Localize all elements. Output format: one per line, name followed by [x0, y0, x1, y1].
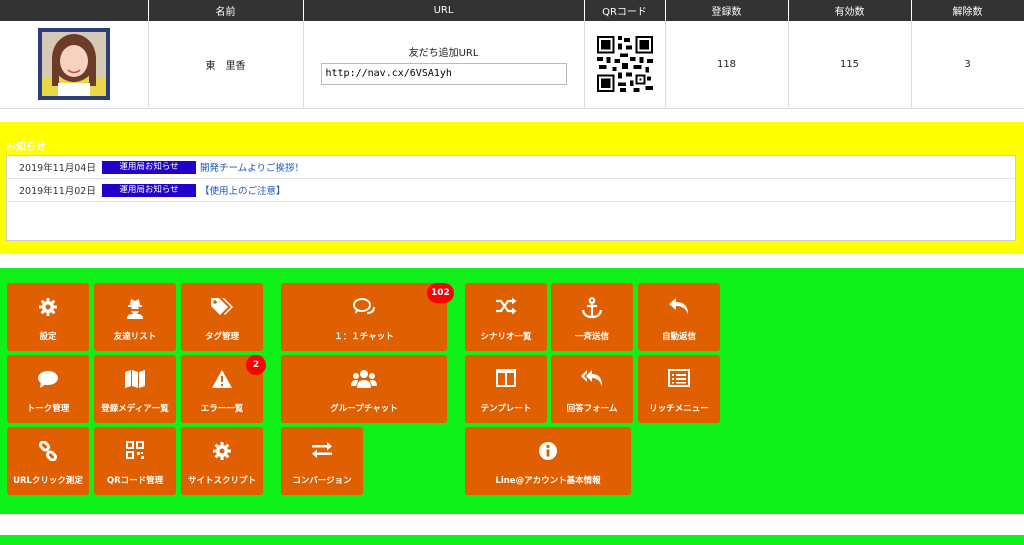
- conversion-button[interactable]: コンバージョン: [281, 427, 363, 495]
- settings-button[interactable]: 設定: [7, 283, 89, 351]
- one-to-one-chat-button[interactable]: １：１チャット: [281, 283, 447, 351]
- notice-link[interactable]: 【使用上のご注意】: [200, 183, 286, 197]
- rich-menu-label: リッチメニュー: [649, 404, 709, 414]
- table-header-row: 名前 URL QRコード 登録数 有効数 解除数: [0, 0, 1024, 21]
- gear-icon: [7, 297, 89, 319]
- header-qr: QRコード: [584, 0, 666, 21]
- anchor-icon: [551, 297, 633, 319]
- notice-title: お知らせ: [6, 142, 46, 153]
- one-to-one-chat-label: １：１チャット: [334, 332, 394, 342]
- auto-reply-label: 自動返信: [661, 332, 696, 342]
- tag-manage-button[interactable]: タグ管理: [181, 283, 263, 351]
- friend-list-button[interactable]: 友達リスト: [94, 283, 176, 351]
- qr-manage-label: QRコード管理: [106, 476, 164, 486]
- header-canceled: 解除数: [911, 0, 1024, 21]
- exchange-icon: [281, 441, 363, 463]
- template-button[interactable]: テンプレート: [465, 355, 547, 423]
- notice-date: 2019年11月04日: [19, 163, 96, 174]
- tags-icon: [181, 297, 263, 319]
- active-count: 115: [788, 21, 912, 109]
- header-name: 名前: [148, 0, 304, 21]
- list-item: 2019年11月04日 運用局お知らせ 開発チームよりご挨拶！: [7, 156, 1015, 179]
- chat-bubbles-icon: [281, 297, 447, 319]
- tag-manage-label: タグ管理: [204, 332, 239, 342]
- gear-icon: [181, 441, 263, 463]
- canceled-count: 3: [911, 21, 1024, 109]
- footer-stripe: [0, 535, 1024, 545]
- site-script-button[interactable]: サイトスクリプト: [181, 427, 263, 495]
- account-table: 名前 URL QRコード 登録数 有効数 解除数 東 里香 友だち追加URL h…: [0, 0, 1024, 109]
- url-label: 友だち追加URL: [408, 47, 479, 59]
- header-avatar: [0, 0, 149, 21]
- media-list-label: 登録メディア一覧: [101, 404, 169, 414]
- answer-form-button[interactable]: 回答フォーム: [551, 355, 633, 423]
- users-icon: [281, 369, 447, 391]
- error-list-label: エラー一覧: [200, 404, 244, 414]
- url-click-label: URLクリック測定: [13, 476, 83, 486]
- qrcode-icon: [94, 441, 176, 463]
- user-secret-icon: [94, 297, 176, 319]
- auto-reply-button[interactable]: 自動返信: [638, 283, 720, 351]
- header-registered: 登録数: [665, 0, 789, 21]
- scenario-list-button[interactable]: シナリオ一覧: [465, 283, 547, 351]
- notice-panel: お知らせ 2019年11月04日 運用局お知らせ 開発チームよりご挨拶！ 201…: [0, 122, 1024, 254]
- notice-badge: 運用局お知らせ: [102, 183, 196, 197]
- group-chat-label: グループチャット: [330, 404, 398, 414]
- notice-link[interactable]: 開発チームよりご挨拶！: [200, 160, 304, 174]
- group-chat-button[interactable]: グループチャット: [281, 355, 447, 423]
- list-item: 2019年11月02日 運用局お知らせ 【使用上のご注意】: [7, 179, 1015, 202]
- url-click-button[interactable]: URLクリック測定: [7, 427, 89, 495]
- account-name: 東 里香: [148, 21, 304, 109]
- qrcode-image[interactable]: [596, 36, 653, 93]
- notice-date: 2019年11月02日: [19, 186, 96, 197]
- rich-menu-button[interactable]: リッチメニュー: [638, 355, 720, 423]
- list-alt-icon: [638, 369, 720, 391]
- columns-icon: [465, 369, 547, 391]
- chat-count-badge: 102: [427, 283, 454, 303]
- media-list-button[interactable]: 登録メディア一覧: [94, 355, 176, 423]
- error-count-badge: 2: [246, 355, 266, 375]
- line-account-info-button[interactable]: Line@アカウント基本情報: [465, 427, 631, 495]
- broadcast-label: 一斉送信: [574, 332, 609, 342]
- reply-icon: [638, 297, 720, 319]
- shuffle-icon: [465, 297, 547, 319]
- friend-url-input[interactable]: [320, 62, 567, 85]
- table-row: 東 里香 友だち追加URL http://nav.cx/6VSA1yh 118 …: [0, 21, 1024, 109]
- speech-bubble-icon: [7, 369, 89, 391]
- notice-badge: 運用局お知らせ: [102, 160, 196, 174]
- notice-list: 2019年11月04日 運用局お知らせ 開発チームよりご挨拶！ 2019年11月…: [6, 155, 1016, 241]
- answer-form-label: 回答フォーム: [566, 404, 618, 414]
- conversion-label: コンバージョン: [292, 476, 352, 486]
- line-account-info-label: Line@アカウント基本情報: [495, 476, 601, 486]
- menu-panel: 設定 友達リスト タグ管理 トーク管理 登録メディア一覧 エラー一覧 2 URL…: [0, 268, 1024, 514]
- header-url: URL: [303, 0, 585, 21]
- info-icon: [465, 441, 631, 463]
- template-label: テンプレート: [480, 404, 532, 414]
- registered-count: 118: [665, 21, 789, 109]
- qr-manage-button[interactable]: QRコード管理: [94, 427, 176, 495]
- talk-manage-button[interactable]: トーク管理: [7, 355, 89, 423]
- avatar: [37, 28, 110, 101]
- broadcast-button[interactable]: 一斉送信: [551, 283, 633, 351]
- talk-manage-label: トーク管理: [26, 404, 70, 414]
- reply-all-icon: [551, 369, 633, 391]
- link-icon: [7, 441, 89, 463]
- header-active: 有効数: [788, 0, 912, 21]
- map-icon: [94, 369, 176, 391]
- settings-label: 設定: [39, 332, 57, 342]
- site-script-label: サイトスクリプト: [187, 476, 256, 486]
- scenario-list-label: シナリオ一覧: [480, 332, 532, 342]
- friend-list-label: 友達リスト: [113, 332, 157, 342]
